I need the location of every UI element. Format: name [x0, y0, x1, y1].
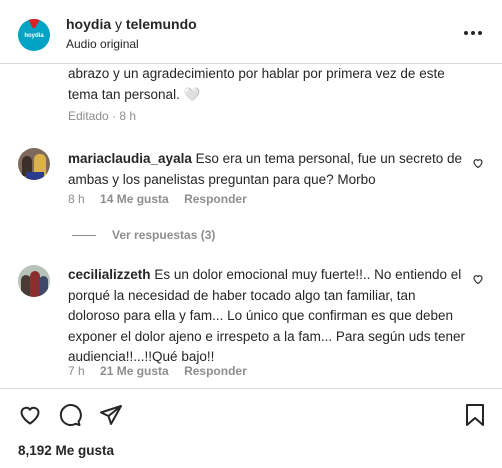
more-icon [464, 31, 482, 35]
comment-icon [59, 404, 82, 427]
comment-time[interactable]: 7 h [68, 364, 85, 378]
comment-like-button[interactable] [472, 156, 484, 174]
account-avatar[interactable]: hoydia [18, 19, 50, 51]
post-actions [0, 388, 502, 438]
bookmark-icon [466, 404, 484, 426]
comment-username[interactable]: cecilializzeth [68, 267, 151, 282]
comment-meta: 8 h 14 Me gusta Responder [68, 192, 247, 206]
audio-link[interactable]: Audio original [66, 37, 139, 51]
reply-button[interactable]: Responder [184, 364, 247, 378]
view-replies-label: Ver respuestas (3) [112, 228, 216, 242]
comment-avatar[interactable] [18, 265, 50, 297]
caption-text: abrazo y un agradecimiento por hablar po… [68, 66, 445, 102]
comment-likes[interactable]: 14 Me gusta [100, 192, 169, 206]
comment-time[interactable]: 8 h [68, 192, 85, 206]
replies-line [72, 234, 96, 236]
separator-dot: · [112, 109, 117, 123]
share-icon [100, 405, 122, 425]
heart-icon [20, 406, 40, 425]
comment-like-button[interactable] [472, 272, 484, 290]
collaborator-name-link[interactable]: telemundo [126, 16, 197, 32]
post-header: hoydia hoydia y telemundo Audio original [0, 0, 502, 64]
share-button[interactable] [98, 402, 124, 428]
more-options-button[interactable] [462, 22, 484, 44]
heart-outline-icon [473, 159, 483, 169]
comment-button[interactable] [57, 402, 83, 428]
comment-username[interactable]: mariaclaudia_ayala [68, 151, 192, 166]
like-button[interactable] [17, 402, 43, 428]
account-name-link[interactable]: hoydia [66, 16, 111, 32]
save-button[interactable] [462, 402, 488, 428]
likes-count[interactable]: 8,192 Me gusta [18, 443, 114, 458]
comment-body: mariaclaudia_ayala Eso era un tema perso… [68, 149, 468, 190]
brand-logo-mark [28, 19, 40, 28]
reply-button[interactable]: Responder [184, 192, 247, 206]
view-replies-button[interactable]: Ver respuestas (3) [72, 228, 215, 242]
comment-likes[interactable]: 21 Me gusta [100, 364, 169, 378]
post-author: hoydia y telemundo [66, 16, 197, 32]
brand-logo-text: hoydia [24, 33, 44, 39]
caption-meta: Editado · 8 h [68, 109, 136, 123]
caption-time[interactable]: 8 h [119, 109, 136, 123]
account-joiner: y [115, 16, 123, 32]
comment-body: cecilializzeth Es un dolor emocional muy… [68, 265, 468, 368]
edited-label: Editado [68, 109, 109, 123]
comment-avatar[interactable] [18, 148, 50, 180]
heart-outline-icon [473, 275, 483, 285]
comment-meta: 7 h 21 Me gusta Responder [68, 364, 247, 378]
